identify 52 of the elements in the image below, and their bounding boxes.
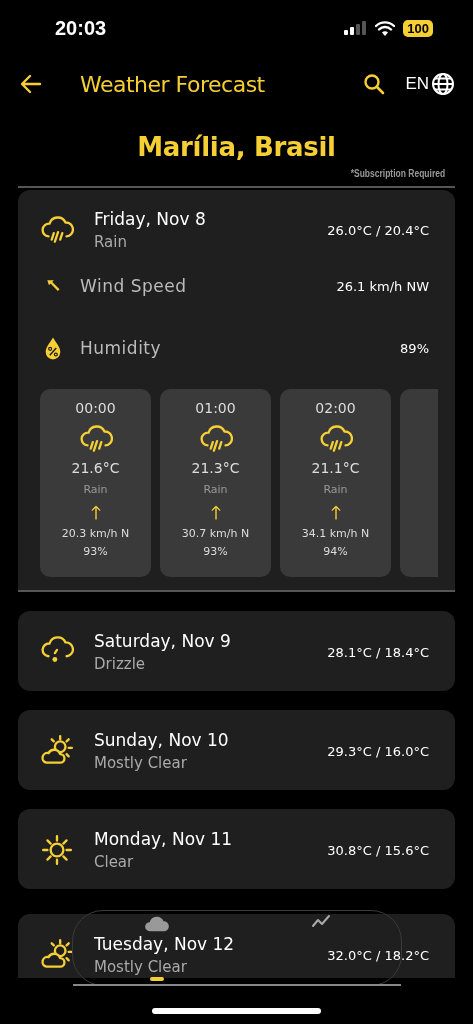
detail-label: Humidity [80, 338, 163, 358]
day-card[interactable]: Tuesday, Nov 12 Mostly Clear 32.0°C / 18.2°C [18, 914, 455, 978]
hour-humidity: 93% [83, 545, 108, 558]
hour-time: 00:00 [75, 400, 116, 416]
hour-condition: Rain [83, 483, 108, 496]
detail-value: 89% [400, 340, 429, 356]
hour-humidity: 94% [323, 545, 348, 558]
day-condition: Drizzle [94, 655, 147, 673]
back-button[interactable] [20, 74, 42, 94]
day-date: Tuesday, Nov 12 [94, 934, 236, 954]
day-condition: Rain [94, 233, 128, 251]
day-card[interactable]: Friday, Nov 8 Rain 26.0°C / 20.4°C Wind Speed 26.1 km/h NW Humidity 89% 00:00 21.6°C Rain 20.3 km/h N 93% 01:00 21.3°C Rain 30.7 km/h N 93% 02:00 21.1°C Rain 34.1 km/h N 94% [18, 190, 455, 592]
hour-wind: 30.7 km/h N [181, 527, 250, 540]
hour-time: 02:00 [315, 400, 356, 416]
detail-label: Wind Speed [80, 276, 188, 296]
day-date: Saturday, Nov 9 [94, 631, 232, 651]
day-date: Sunday, Nov 10 [94, 730, 230, 750]
cloud-icon [143, 914, 170, 932]
hour-condition: Rain [323, 483, 348, 496]
temperature-range: 30.8°C / 15.6°C [327, 842, 429, 858]
hour-wind: 20.3 km/h N [61, 527, 130, 540]
temperature-range: 32.0°C / 18.2°C [327, 947, 429, 963]
city-name: Marília, Brasil [137, 132, 336, 162]
hour-temperature: 21.1°C [311, 460, 360, 476]
day-date: Friday, Nov 8 [94, 209, 207, 229]
temperature-range: 29.3°C / 16.0°C [327, 743, 429, 759]
hour-time: 01:00 [195, 400, 236, 416]
day-card[interactable]: Saturday, Nov 9 Drizzle 28.1°C / 18.4°C [18, 611, 455, 691]
day-condition: Mostly Clear [94, 754, 188, 772]
detail-value: 26.1 km/h NW [336, 278, 429, 294]
signal-icon [343, 21, 368, 35]
day-condition: Mostly Clear [94, 958, 188, 976]
day-date: Monday, Nov 11 [94, 829, 234, 849]
sun-icon [40, 833, 74, 867]
trend-chart-icon [310, 914, 331, 928]
subscription-note: *Subscription Required [350, 168, 445, 179]
day-card[interactable]: Sunday, Nov 10 Mostly Clear 29.3°C / 16.0°C [18, 710, 455, 790]
hour-wind: 34.1 km/h N [301, 527, 370, 540]
hour-temperature: 21.3°C [191, 460, 240, 476]
temperature-range: 28.1°C / 18.4°C [327, 644, 429, 660]
battery-level: 100 [403, 19, 433, 37]
day-condition: Clear [94, 853, 135, 871]
temperature-range: 26.0°C / 20.4°C [327, 222, 429, 238]
wifi-icon [375, 20, 396, 36]
hour-temperature: 21.6°C [71, 460, 120, 476]
page-title: Weather Forecast [80, 71, 266, 97]
hour-condition: Rain [203, 483, 228, 496]
language-button[interactable]: EN [405, 72, 455, 96]
status-time: 20:03 [55, 16, 108, 40]
hour-humidity: 93% [203, 545, 228, 558]
day-card[interactable]: Monday, Nov 11 Clear 30.8°C / 15.6°C [18, 809, 455, 889]
search-button[interactable] [363, 73, 386, 95]
